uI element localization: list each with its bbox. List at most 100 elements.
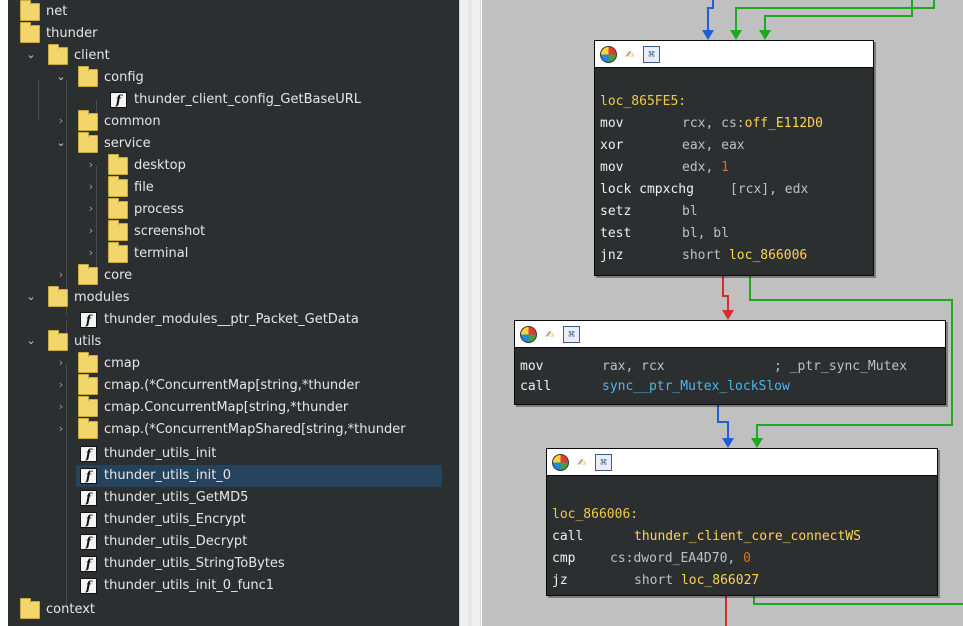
chevron-right-icon[interactable]: ›: [54, 268, 68, 282]
tree-function-thunder-client-config-getbaseurl[interactable]: f thunder_client_config_GetBaseURL: [8, 89, 459, 111]
tree-item-label: cmap: [104, 356, 141, 371]
chevron-down-icon[interactable]: ⌄: [24, 334, 38, 348]
edge-out-green: [753, 596, 963, 605]
tree-folder-screenshot[interactable]: › screenshot: [8, 220, 459, 243]
tree-item-label: thunder_utils_init_0_func1: [104, 578, 275, 593]
tree-item-label: common: [104, 114, 161, 129]
chevron-right-icon[interactable]: ›: [54, 378, 68, 392]
chevron-right-icon[interactable]: ›: [84, 180, 98, 194]
tree-folder-modules[interactable]: ⌄ modules: [8, 286, 459, 309]
tree-function-thunder-utils-encrypt[interactable]: f thunder_utils_Encrypt: [8, 509, 459, 531]
chevron-right-icon[interactable]: ›: [54, 400, 68, 414]
edge-in-green-2: [764, 0, 913, 30]
tree-folder-file[interactable]: › file: [8, 176, 459, 199]
folder-icon: [108, 242, 128, 263]
tree-item-label: thunder_utils_init_0: [104, 468, 232, 483]
chevron-right-icon[interactable]: ›: [84, 158, 98, 172]
function-tree[interactable]: net thunder ⌄ client ⌄ config f thunder_client_…: [8, 0, 459, 626]
folder-icon: [78, 132, 98, 153]
function-icon: f: [80, 578, 97, 594]
color-wheel-icon[interactable]: [552, 454, 569, 471]
edit-icon[interactable]: ✍: [541, 326, 558, 343]
code-block-loc-865fe5[interactable]: ✍ ⌘ loc_865FE5: mov rcx, cs:off_E112D0 xo…: [594, 40, 874, 276]
folder-icon: [108, 198, 128, 219]
folder-icon: [78, 66, 98, 87]
code-block-loc-866006[interactable]: ✍ ⌘ loc_866006: call thunder_client_core_…: [546, 448, 938, 596]
edit-icon[interactable]: ✍: [621, 46, 638, 63]
tree-item-label: core: [104, 268, 133, 283]
chevron-right-icon[interactable]: ›: [84, 202, 98, 216]
graph-icon[interactable]: ⌘: [643, 46, 660, 63]
folder-icon: [78, 352, 98, 373]
tree-folder-context[interactable]: context: [8, 598, 459, 621]
tree-item-label: client: [74, 48, 110, 63]
tree-function-thunder-utils-init[interactable]: f thunder_utils_init: [8, 443, 459, 465]
folder-icon: [20, 22, 40, 43]
chevron-down-icon[interactable]: ⌄: [54, 70, 68, 84]
tree-item-label: terminal: [134, 246, 189, 261]
chevron-right-icon[interactable]: ›: [84, 224, 98, 238]
function-icon: f: [80, 490, 97, 506]
splitter-grip[interactable]: [468, 0, 472, 626]
chevron-right-icon[interactable]: ›: [84, 246, 98, 260]
folder-icon: [78, 418, 98, 439]
function-icon: f: [80, 446, 97, 462]
chevron-down-icon[interactable]: ⌄: [54, 136, 68, 150]
tree-folder-core[interactable]: › core: [8, 264, 459, 287]
tree-folder-net[interactable]: net: [8, 0, 459, 23]
tree-function-thunder-utils-init-0-func1[interactable]: f thunder_utils_init_0_func1: [8, 575, 459, 597]
tree-item-label: cmap.(*ConcurrentMap[string,*thunder: [104, 378, 360, 393]
chevron-right-icon[interactable]: ›: [54, 422, 68, 436]
edit-icon[interactable]: ✍: [573, 454, 590, 471]
tree-folder-terminal[interactable]: › terminal: [8, 242, 459, 265]
tree-folder-utils[interactable]: ⌄ utils: [8, 330, 459, 353]
graph-view[interactable]: ✍ ⌘ loc_865FE5: mov rcx, cs:off_E112D0 xo…: [482, 0, 963, 626]
chevron-down-icon[interactable]: ⌄: [24, 290, 38, 304]
chevron-down-icon[interactable]: ⌄: [24, 48, 38, 62]
pane-splitter[interactable]: [459, 0, 481, 626]
folder-icon: [108, 220, 128, 241]
tree-folder-client[interactable]: ⌄ client: [8, 44, 459, 67]
tree-folder-thunder[interactable]: thunder: [8, 22, 459, 45]
tree-function-thunder-utils-decrypt[interactable]: f thunder_utils_Decrypt: [8, 531, 459, 553]
tree-folder-cmap[interactable]: › cmap: [8, 352, 459, 375]
tree-function-thunder-utils-stringtobytes[interactable]: f thunder_utils_StringToBytes: [8, 553, 459, 575]
tree-folder-config[interactable]: ⌄ config: [8, 66, 459, 89]
tree-folder-common[interactable]: › common: [8, 110, 459, 133]
edge-b1-b3-arrow: [751, 438, 763, 448]
function-icon: f: [80, 534, 97, 550]
folder-icon: [78, 264, 98, 285]
folder-icon: [48, 44, 68, 65]
folder-icon: [78, 110, 98, 131]
tree-folder-cmap-concurrentmapshared-string-thunder[interactable]: › cmap.(*ConcurrentMapShared[string,*thun…: [8, 418, 459, 441]
edge-b1-b2: [722, 276, 729, 310]
tree-item-label: config: [104, 70, 144, 85]
block-header: ✍ ⌘: [515, 321, 945, 348]
tree-function-thunder-utils-init-0[interactable]: f thunder_utils_init_0: [8, 465, 459, 487]
edge-in-green-1-arrow: [730, 30, 742, 40]
tree-item-label: file: [134, 180, 154, 195]
tree-item-label: thunder_utils_StringToBytes: [104, 556, 285, 571]
folder-icon: [20, 0, 40, 21]
color-wheel-icon[interactable]: [600, 46, 617, 63]
color-wheel-icon[interactable]: [520, 326, 537, 343]
folder-icon: [78, 374, 98, 395]
function-icon: f: [80, 312, 97, 328]
tree-function-thunder-modules-ptr-packet-getdata[interactable]: f thunder_modules__ptr_Packet_GetData: [8, 309, 459, 331]
chevron-right-icon[interactable]: ›: [54, 356, 68, 370]
folder-icon: [78, 396, 98, 417]
tree-folder-cmap-concurrentmap-string-thunder[interactable]: › cmap.ConcurrentMap[string,*thunder: [8, 396, 459, 419]
chevron-right-icon[interactable]: ›: [54, 114, 68, 128]
tree-folder-cmap-concurrentmap-string-thunder[interactable]: › cmap.(*ConcurrentMap[string,*thunder: [8, 374, 459, 397]
graph-icon[interactable]: ⌘: [563, 326, 580, 343]
tree-function-thunder-utils-getmd5[interactable]: f thunder_utils_GetMD5: [8, 487, 459, 509]
tree-folder-service[interactable]: ⌄ service: [8, 132, 459, 155]
block-label[interactable]: loc_866006:: [552, 504, 638, 526]
code-block-mutex[interactable]: ✍ ⌘ mov rax, rcx; _ptr_sync_Mutex call syn…: [514, 320, 946, 405]
tree-folder-process[interactable]: › process: [8, 198, 459, 221]
tree-folder-desktop[interactable]: › desktop: [8, 154, 459, 177]
edge-b2-b3: [717, 405, 729, 438]
function-icon: f: [110, 92, 127, 108]
block-label[interactable]: loc_865FE5:: [600, 91, 686, 113]
graph-icon[interactable]: ⌘: [595, 454, 612, 471]
